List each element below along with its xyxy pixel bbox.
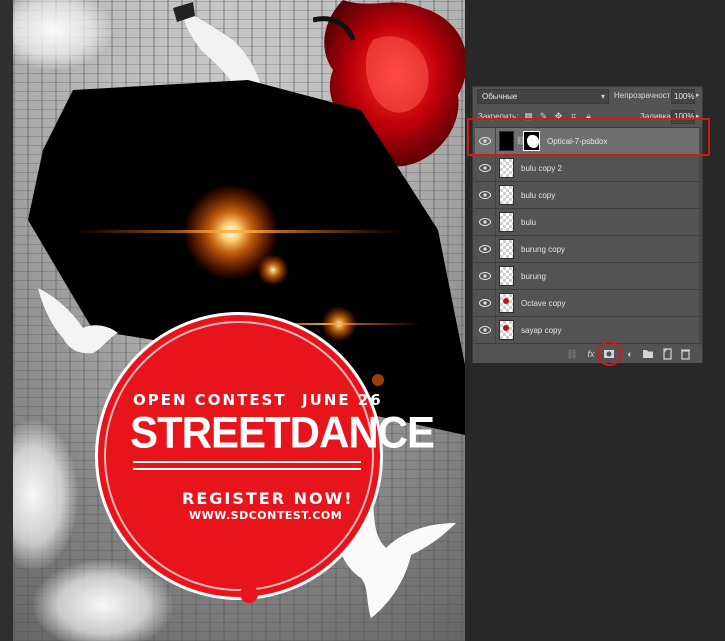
red-dot: [240, 585, 258, 603]
trash-icon[interactable]: [679, 348, 691, 360]
divider: [495, 236, 496, 263]
dove-left: [38, 288, 118, 354]
layer-name: bulu copy: [521, 191, 556, 200]
date-text: JUNE 26: [302, 391, 383, 409]
eye-icon[interactable]: [479, 298, 491, 308]
layer-name: sayap copy: [521, 326, 562, 335]
layer-thumbnail: [499, 212, 514, 232]
document-canvas[interactable]: OPEN CONTEST JUNE 26 STREETDANCE REGISTE…: [13, 0, 465, 641]
opacity-field[interactable]: 100%: [671, 89, 695, 104]
layer-thumbnail: [499, 320, 514, 340]
eye-icon[interactable]: [479, 217, 491, 227]
blend-mode-select[interactable]: Обычные ▾: [477, 89, 609, 104]
divider-line: [133, 468, 361, 470]
headline-text: STREETDANCE: [130, 407, 435, 458]
divider: [495, 182, 496, 209]
layer-thumbnail: [499, 158, 514, 178]
layer-name: burung copy: [521, 245, 566, 254]
layer-thumbnail: [499, 239, 514, 259]
layer-name: bulu copy 2: [521, 164, 562, 173]
layer-row[interactable]: bulu copy: [475, 182, 699, 209]
link-layers-icon[interactable]: ⛓︎: [566, 348, 578, 360]
folder-icon[interactable]: [642, 348, 654, 360]
eye-icon[interactable]: [479, 190, 491, 200]
chevron-down-icon: ▾: [600, 92, 605, 101]
divider-line: [133, 461, 361, 463]
layer-row[interactable]: sayap copy: [475, 317, 699, 344]
layer-name: bulu: [521, 218, 537, 227]
add-mask-highlight: [597, 341, 622, 366]
layer-row[interactable]: Octave copy: [475, 290, 699, 317]
layers-list: ⛓︎ Optical-7-psbdox bulu copy 2 bulu cop…: [475, 127, 699, 345]
photoshop-workspace: OPEN CONTEST JUNE 26 STREETDANCE REGISTE…: [0, 0, 725, 641]
divider: [495, 263, 496, 290]
layer-row[interactable]: bulu: [475, 209, 699, 236]
selected-layer-highlight: [467, 118, 710, 156]
layer-row[interactable]: burung copy: [475, 236, 699, 263]
register-text: REGISTER NOW!: [182, 489, 354, 508]
eye-icon[interactable]: [479, 325, 491, 335]
eye-icon[interactable]: [479, 244, 491, 254]
layer-name: burung: [521, 272, 546, 281]
divider: [495, 209, 496, 236]
blend-mode-value: Обычные: [482, 92, 518, 101]
scrollbar[interactable]: [699, 127, 702, 345]
layer-thumbnail: [499, 293, 514, 313]
blend-row: Обычные ▾ Непрозрачность: 100% ▸: [475, 89, 702, 105]
chevron-right-icon[interactable]: ▸: [696, 91, 700, 99]
divider: [495, 290, 496, 317]
divider: [495, 155, 496, 182]
url-text: WWW.SDCONTEST.COM: [189, 509, 343, 522]
eye-icon[interactable]: [479, 163, 491, 173]
eye-icon[interactable]: [479, 271, 491, 281]
canvas-edge: [0, 0, 13, 641]
layer-row[interactable]: bulu copy 2: [475, 155, 699, 182]
layer-name: Octave copy: [521, 299, 566, 308]
layers-bottom-bar: ⛓︎ fx ◐: [473, 345, 702, 363]
new-layer-icon[interactable]: [661, 348, 673, 360]
fx-icon[interactable]: fx: [585, 348, 597, 360]
layer-thumbnail: [499, 185, 514, 205]
layer-thumbnail: [499, 266, 514, 286]
open-contest-text: OPEN CONTEST: [133, 391, 287, 409]
layer-row[interactable]: burung: [475, 263, 699, 290]
divider: [495, 317, 496, 344]
thumbnail-mark: [503, 298, 509, 304]
feather-bottom-left: [33, 560, 173, 641]
opacity-label: Непрозрачность:: [614, 91, 677, 100]
thumbnail-mark: [503, 325, 509, 331]
adjustment-layer-icon[interactable]: ◐: [624, 348, 636, 360]
